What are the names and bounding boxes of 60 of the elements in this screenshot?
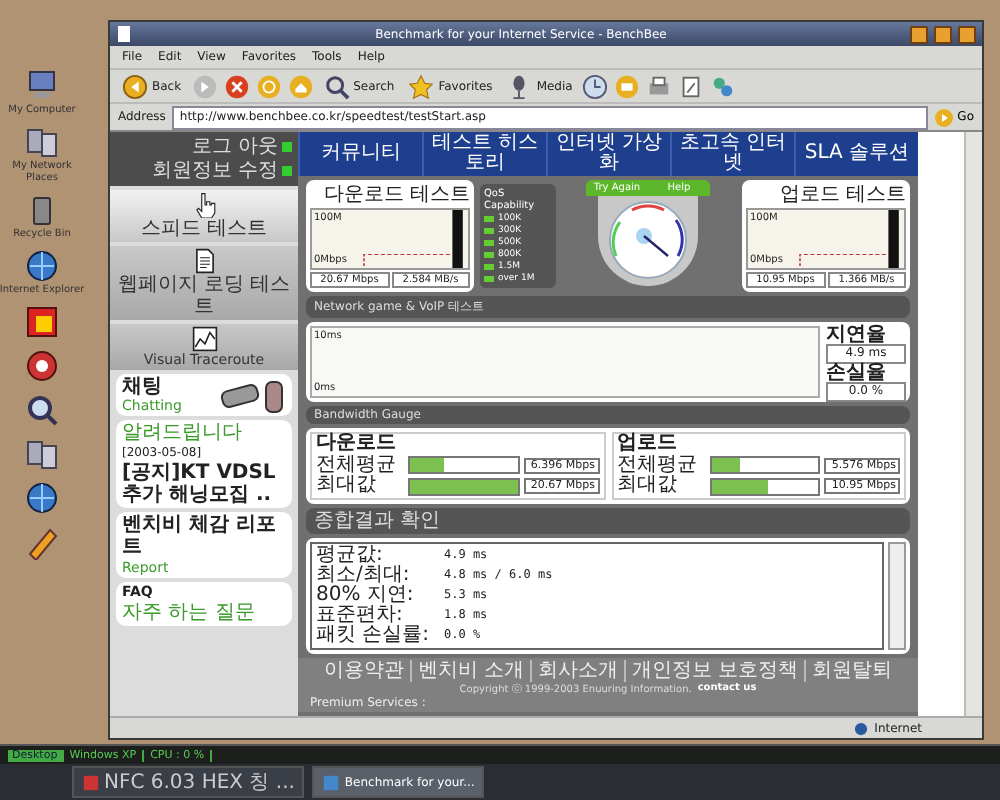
bullet-icon: [282, 166, 292, 176]
line-chart-icon: [191, 326, 217, 352]
login-link[interactable]: 회원정보 수정: [151, 160, 278, 182]
nav-tab[interactable]: 테스트 히스토리: [422, 132, 546, 176]
group-title: 다운로드: [316, 434, 398, 455]
result-label: 최소/최대:: [316, 565, 412, 585]
maximize-icon[interactable]: [934, 25, 952, 43]
side-menu-item[interactable]: 스피드 테스트: [110, 190, 298, 242]
desktop-icon[interactable]: [24, 392, 60, 428]
desktop-icon[interactable]: [24, 248, 60, 284]
desktop-icon[interactable]: [24, 348, 60, 384]
print-icon[interactable]: [646, 73, 673, 99]
side-menu-item[interactable]: 웹페이지 로딩 테스트: [110, 246, 298, 320]
app-icon: [322, 773, 341, 791]
globe-icon: [854, 721, 869, 735]
desktop-icon[interactable]: [24, 124, 60, 160]
bandwidth-label: 전체평균: [617, 455, 699, 475]
document-icon: [191, 248, 217, 274]
bullet-icon: [282, 142, 292, 152]
loss-label: 손실율: [826, 364, 888, 382]
group-title: 업로드: [617, 434, 679, 455]
result-label: 평균값:: [316, 545, 385, 565]
nav-tab[interactable]: SLA 솔루션: [794, 132, 918, 176]
task-button[interactable]: NFC 6.03 HEX 칭 ...: [72, 766, 305, 798]
close-icon[interactable]: [958, 25, 976, 43]
nav-tab[interactable]: 초고속 인터넷: [670, 132, 794, 176]
nav-tab[interactable]: 커뮤니티: [298, 132, 422, 176]
app-icon: [82, 773, 100, 791]
desktop-icon[interactable]: [24, 480, 60, 516]
desktop-icon[interactable]: [24, 436, 60, 472]
page-icon: [116, 26, 132, 42]
scrollbar[interactable]: [888, 541, 906, 649]
search-icon: [323, 73, 350, 99]
bandwidth-label: 최대값: [316, 476, 378, 497]
bandwidth-label: 최대값: [617, 476, 679, 497]
notice-link[interactable]: [공지]KT VDSL 추가 해닝모집 ..: [122, 462, 286, 506]
result-label: 80% 지연:: [316, 585, 416, 605]
hand-cursor-icon: [191, 192, 217, 218]
edit-icon[interactable]: [678, 73, 705, 99]
speed-gauge-drawing: [592, 196, 704, 292]
card-title: 채팅: [122, 376, 164, 398]
bandwidth-label: 전체평균: [316, 455, 398, 475]
messenger-icon[interactable]: [710, 73, 737, 99]
card-title: 알려드립니다: [122, 422, 244, 444]
card-title: 벤치비 체감 리포트: [122, 514, 278, 558]
nav-tab[interactable]: 인터넷 가상화: [546, 132, 670, 176]
stop-icon[interactable]: [223, 73, 250, 99]
history-icon[interactable]: [582, 73, 609, 99]
panel-title: 업로드 테스트: [777, 184, 906, 206]
star-icon: [408, 73, 435, 99]
panel-title: 다운로드 테스트: [321, 184, 470, 206]
minimize-icon[interactable]: [910, 25, 928, 43]
result-label: 패킷 손실률:: [316, 625, 432, 645]
delay-label: 지연율: [826, 326, 888, 344]
login-link[interactable]: 로그 아웃: [191, 136, 278, 158]
section-header: 종합결과 확인: [306, 507, 910, 533]
scrollbar[interactable]: [964, 132, 982, 716]
card-subtitle: 자주 하는 질문: [122, 602, 257, 624]
result-label: 표준편차:: [316, 605, 405, 625]
desktop-icon[interactable]: [24, 304, 60, 340]
